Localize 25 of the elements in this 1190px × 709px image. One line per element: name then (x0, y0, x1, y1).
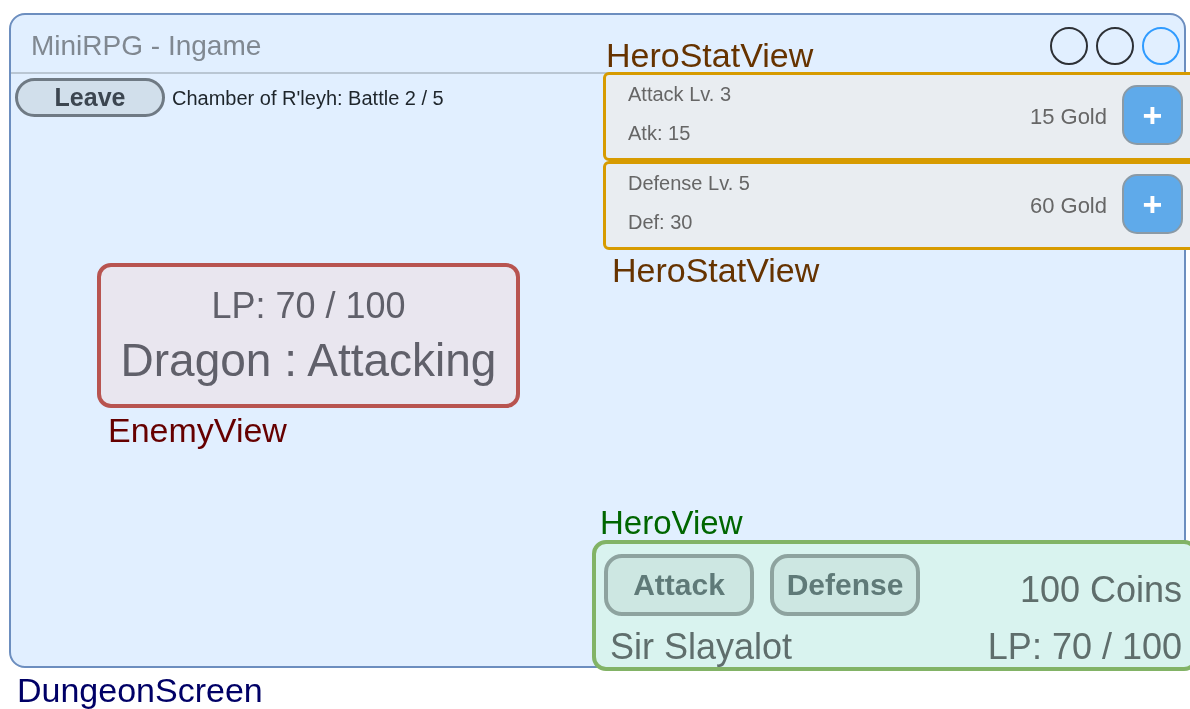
action-button[interactable]: Defense (770, 554, 920, 616)
upgrade-cost: 60 Gold (1029, 193, 1107, 219)
action-button[interactable]: Attack (604, 554, 754, 616)
hero-life-points: LP: 70 / 100 (987, 626, 1182, 668)
hero-name: Sir Slayalot (610, 626, 793, 668)
leave-button[interactable]: Leave (15, 78, 165, 117)
upgrade-button[interactable]: + (1122, 174, 1183, 234)
location-label: Chamber of R'leyh: Battle 2 / 5 (172, 87, 444, 110)
enemy-status: Dragon : Attacking (120, 333, 497, 387)
annotation-label: HeroStatView (606, 38, 814, 72)
annotation-label: EnemyView (108, 413, 287, 447)
annotation-label: HeroView (600, 506, 743, 539)
stat-value: Atk: 15 (628, 122, 691, 145)
window-control-button[interactable] (1096, 27, 1134, 65)
window-title: MiniRPG - Ingame (31, 30, 262, 62)
annotation-label: DungeonScreen (17, 673, 263, 707)
window-control-button[interactable] (1050, 27, 1088, 65)
coins-label: 100 Coins (1019, 569, 1182, 611)
annotation-label: HeroStatView (612, 253, 820, 287)
stat-value: Def: 30 (628, 211, 693, 234)
enemy-life-points: LP: 70 / 100 (211, 285, 406, 327)
upgrade-button[interactable]: + (1122, 85, 1183, 145)
stat-level: Defense Lv. 5 (628, 172, 750, 195)
stat-level: Attack Lv. 3 (628, 83, 731, 106)
upgrade-cost: 15 Gold (1029, 104, 1107, 130)
